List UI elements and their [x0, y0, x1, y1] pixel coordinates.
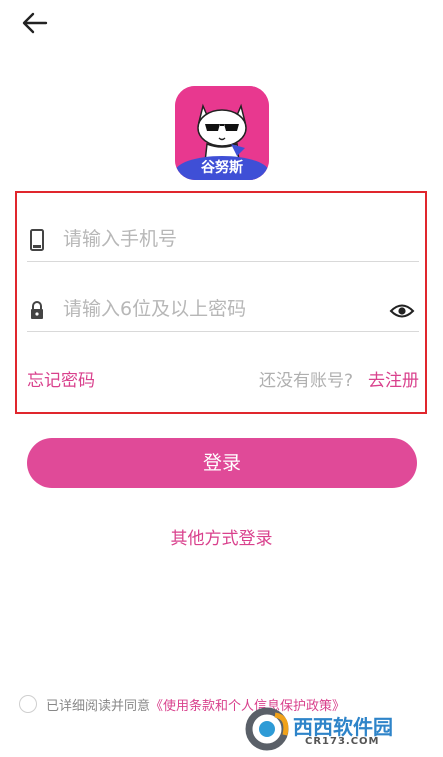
back-button[interactable] — [20, 10, 50, 36]
register-link[interactable]: 去注册 — [368, 366, 419, 391]
eye-icon[interactable] — [389, 302, 415, 320]
watermark: 西西软件园 CR173.COM — [245, 705, 435, 751]
password-placeholder: 请输入6位及以上密码 — [63, 298, 247, 320]
agree-radio[interactable] — [19, 695, 37, 713]
app-logo: 谷努斯 — [175, 86, 269, 180]
lock-icon — [27, 299, 47, 321]
password-field[interactable]: 请输入6位及以上密码 — [27, 287, 419, 332]
other-login-link[interactable]: 其他方式登录 — [0, 524, 443, 549]
phone-placeholder: 请输入手机号 — [63, 228, 178, 250]
forgot-password-link[interactable]: 忘记密码 — [27, 366, 95, 391]
links-row: 忘记密码 还没有账号? 去注册 — [27, 366, 419, 391]
watermark-domain: CR173.COM — [305, 736, 380, 747]
watermark-logo-icon — [245, 707, 289, 751]
phone-field[interactable]: 请输入手机号 — [27, 217, 419, 262]
arrow-left-icon — [22, 12, 48, 34]
login-button[interactable]: 登录 — [27, 438, 417, 488]
logo-text: 谷努斯 — [175, 156, 269, 180]
login-form: 请输入手机号 请输入6位及以上密码 忘记密码 还没有账号? 去注册 — [15, 191, 427, 414]
agreement-prefix: 已详细阅读并同意 — [46, 699, 151, 714]
phone-icon — [27, 229, 47, 251]
no-account-text: 还没有账号? — [258, 371, 353, 391]
